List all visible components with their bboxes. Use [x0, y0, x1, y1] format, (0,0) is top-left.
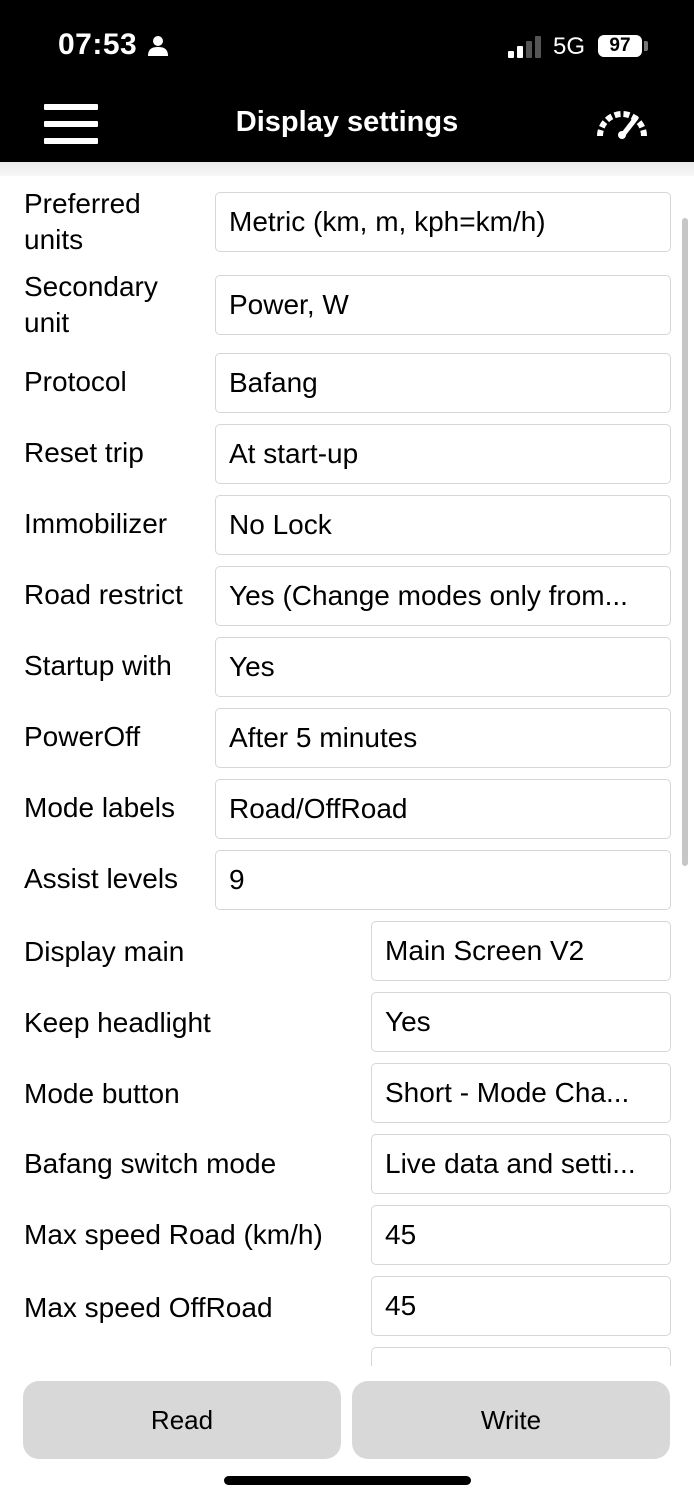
- setting-label: Mode labels: [24, 792, 175, 823]
- immobilizer-select[interactable]: No Lock: [215, 495, 671, 555]
- setting-label: Startup with: [24, 650, 172, 681]
- battery-icon: 97: [598, 35, 642, 57]
- signal-icon: [508, 36, 541, 58]
- setting-label: Max speed OffRoad: [24, 1292, 273, 1323]
- assist-levels-select[interactable]: 9: [215, 850, 671, 910]
- preferred-units-select[interactable]: Metric (km, m, kph=km/h): [215, 192, 671, 252]
- partial-setting-field[interactable]: [371, 1347, 671, 1366]
- startup-with-select[interactable]: Yes: [215, 637, 671, 697]
- setting-label: Reset trip: [24, 437, 144, 468]
- reset-trip-select[interactable]: At start-up: [215, 424, 671, 484]
- scrollbar[interactable]: [682, 218, 688, 866]
- mode-labels-select[interactable]: Road/OffRoad: [215, 779, 671, 839]
- write-button[interactable]: Write: [352, 1381, 670, 1459]
- keep-headlight-select[interactable]: Yes: [371, 992, 671, 1052]
- setting-label: PowerOff: [24, 721, 141, 752]
- person-icon: [148, 36, 168, 56]
- battery-cap: [644, 41, 648, 51]
- setting-label: Bafang switch mode: [24, 1148, 277, 1179]
- secondary-unit-select[interactable]: Power, W: [215, 275, 671, 335]
- protocol-select[interactable]: Bafang: [215, 353, 671, 413]
- speedometer-icon[interactable]: [596, 104, 648, 140]
- status-time: 07:53: [58, 28, 138, 61]
- settings-list: Preferred units Metric (km, m, kph=km/h)…: [0, 176, 694, 1366]
- setting-label: Mode button: [24, 1078, 180, 1109]
- setting-label: Protocol: [24, 366, 127, 397]
- page-title: Display settings: [235, 106, 459, 138]
- setting-label: Road restrict: [24, 579, 183, 610]
- network-label: 5G: [553, 33, 586, 60]
- max-speed-offroad-input[interactable]: 45: [371, 1276, 671, 1336]
- bafang-switch-mode-select[interactable]: Live data and setti...: [371, 1134, 671, 1194]
- poweroff-select[interactable]: After 5 minutes: [215, 708, 671, 768]
- nav-bar: Display settings: [0, 90, 694, 162]
- setting-label: Keep headlight: [24, 1007, 211, 1038]
- setting-label: Assist levels: [24, 863, 179, 894]
- home-indicator[interactable]: [224, 1476, 471, 1485]
- setting-label: Preferred units: [24, 188, 141, 255]
- setting-label: Immobilizer: [24, 508, 168, 539]
- read-button[interactable]: Read: [23, 1381, 341, 1459]
- setting-label: Display main: [24, 936, 185, 967]
- setting-label: Max speed Road (km/h): [24, 1219, 323, 1250]
- mode-button-select[interactable]: Short - Mode Cha...: [371, 1063, 671, 1123]
- nav-divider: [0, 162, 694, 176]
- road-restrict-select[interactable]: Yes (Change modes only from...: [215, 566, 671, 626]
- setting-label: Secondary unit: [24, 271, 158, 338]
- display-main-select[interactable]: Main Screen V2: [371, 921, 671, 981]
- status-bar: 07:53 5G 97: [0, 0, 694, 90]
- max-speed-road-input[interactable]: 45: [371, 1205, 671, 1265]
